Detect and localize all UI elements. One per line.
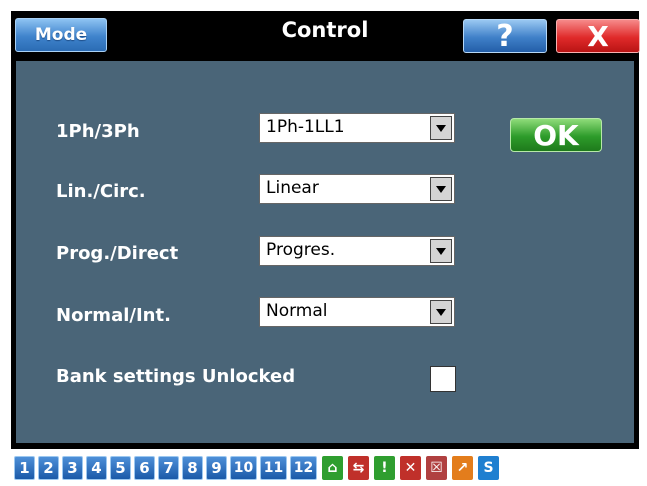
channel-button-3[interactable]: 3 xyxy=(62,456,83,480)
phase-label: 1Ph/3Ph xyxy=(56,121,140,142)
lin-circ-select-value: Linear xyxy=(266,178,319,198)
phase-select-value: 1Ph-1LL1 xyxy=(266,117,345,137)
window-frame: Mode Control ? X 1Ph/3Ph 1Ph-1LL1 Lin./C… xyxy=(11,11,640,449)
chevron-down-icon[interactable] xyxy=(430,239,452,263)
crossed-box-icon[interactable]: ☒ xyxy=(426,456,447,480)
channel-button-7[interactable]: 7 xyxy=(158,456,179,480)
s-icon[interactable]: S xyxy=(478,456,499,480)
lin-circ-label: Lin./Circ. xyxy=(56,181,146,202)
control-panel: 1Ph/3Ph 1Ph-1LL1 Lin./Circ. Linear Prog.… xyxy=(16,61,634,443)
normal-int-select-value: Normal xyxy=(266,301,328,321)
channel-button-4[interactable]: 4 xyxy=(86,456,107,480)
channel-button-10[interactable]: 10 xyxy=(230,456,257,480)
bank-settings-label: Bank settings Unlocked xyxy=(56,366,296,387)
unlock-icon[interactable]: ⌂ xyxy=(322,456,343,480)
prog-direct-label: Prog./Direct xyxy=(56,243,179,264)
arrow-out-icon[interactable]: ↗ xyxy=(452,456,473,480)
channel-button-8[interactable]: 8 xyxy=(182,456,203,480)
title-bar: Mode Control ? X xyxy=(11,11,640,55)
channel-button-11[interactable]: 11 xyxy=(260,456,287,480)
channel-button-2[interactable]: 2 xyxy=(38,456,59,480)
ok-button[interactable]: OK xyxy=(510,118,602,152)
channel-button-1[interactable]: 1 xyxy=(14,456,35,480)
lin-circ-select[interactable]: Linear xyxy=(259,174,455,204)
crossed-arrows-icon[interactable]: ⇆ xyxy=(348,456,369,480)
chevron-down-icon[interactable] xyxy=(430,177,452,201)
prog-direct-select-value: Progres. xyxy=(266,240,336,260)
prog-direct-select[interactable]: Progres. xyxy=(259,236,455,266)
crossed-plug-icon[interactable]: ✕ xyxy=(400,456,421,480)
phase-select[interactable]: 1Ph-1LL1 xyxy=(259,113,455,143)
chevron-down-icon[interactable] xyxy=(430,300,452,324)
chevron-down-icon[interactable] xyxy=(430,116,452,140)
bottom-toolbar: 1 2 3 4 5 6 7 8 9 10 11 12 ⌂ ⇆! ✕ ☒ ↗ S xyxy=(11,454,639,484)
close-button[interactable]: X xyxy=(556,19,640,53)
channel-button-6[interactable]: 6 xyxy=(134,456,155,480)
normal-int-label: Normal/Int. xyxy=(56,305,171,326)
bank-settings-checkbox[interactable] xyxy=(430,366,456,392)
normal-int-select[interactable]: Normal xyxy=(259,297,455,327)
help-button[interactable]: ? xyxy=(463,19,547,54)
channel-button-5[interactable]: 5 xyxy=(110,456,131,480)
channel-button-9[interactable]: 9 xyxy=(206,456,227,480)
channel-button-12[interactable]: 12 xyxy=(290,456,317,480)
thermometer-icon[interactable]: ! xyxy=(374,456,395,480)
